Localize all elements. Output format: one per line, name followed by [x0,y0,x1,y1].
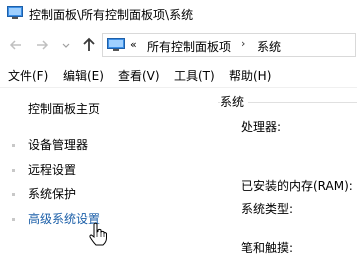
breadcrumb-all-control-panel-items[interactable]: 所有控制面板项 [147,38,231,55]
breadcrumb-system[interactable]: 系统 [257,38,281,55]
control-panel-icon [107,38,125,52]
sidebar-item-remote-settings[interactable]: 远程设置 [28,161,76,178]
forward-arrow-icon[interactable] [33,36,51,54]
hand-pointer-cursor-icon [88,222,108,246]
processor-label: 处理器: [241,120,282,134]
installed-ram-label: 已安装的内存(RAM): [241,179,353,193]
sidebar-item-system-protection[interactable]: 系统保护 [28,185,76,202]
control-panel-icon [7,6,23,20]
bullet-icon [12,218,15,221]
address-overflow-chevron[interactable]: « [130,38,137,51]
up-arrow-icon[interactable] [80,36,98,54]
section-title: 系统 [220,93,249,110]
bullet-icon [12,193,15,196]
menu-tools[interactable]: 工具(T) [174,67,215,84]
pen-and-touch-label: 笔和触摸: [241,241,294,255]
navigation-bar: « 所有控制面板项 › 系统 [0,28,357,62]
menu-bar: 文件(F) 编辑(E) 查看(V) 工具(T) 帮助(H) [0,63,357,88]
sidebar-item-device-manager[interactable]: 设备管理器 [28,136,88,153]
menu-view[interactable]: 查看(V) [118,67,160,84]
bullet-icon [12,144,15,147]
menu-help[interactable]: 帮助(H) [229,67,271,84]
menu-file[interactable]: 文件(F) [8,67,48,84]
window-title: 控制面板\所有控制面板项\系统 [29,8,194,22]
recent-locations-chevron-icon[interactable] [60,36,72,54]
system-type-label: 系统类型: [241,202,294,216]
title-bar: 控制面板\所有控制面板项\系统 [0,0,357,28]
bullet-icon [12,169,15,172]
menu-edit[interactable]: 编辑(E) [63,67,104,84]
address-bar[interactable]: « 所有控制面板项 › 系统 [102,33,356,57]
control-panel-home-link[interactable]: 控制面板主页 [28,100,100,117]
breadcrumb-separator-icon[interactable]: › [241,37,245,50]
sidebar: 控制面板主页 设备管理器 远程设置 系统保护 高级系统设置 [0,88,210,279]
back-arrow-icon[interactable] [7,36,25,54]
